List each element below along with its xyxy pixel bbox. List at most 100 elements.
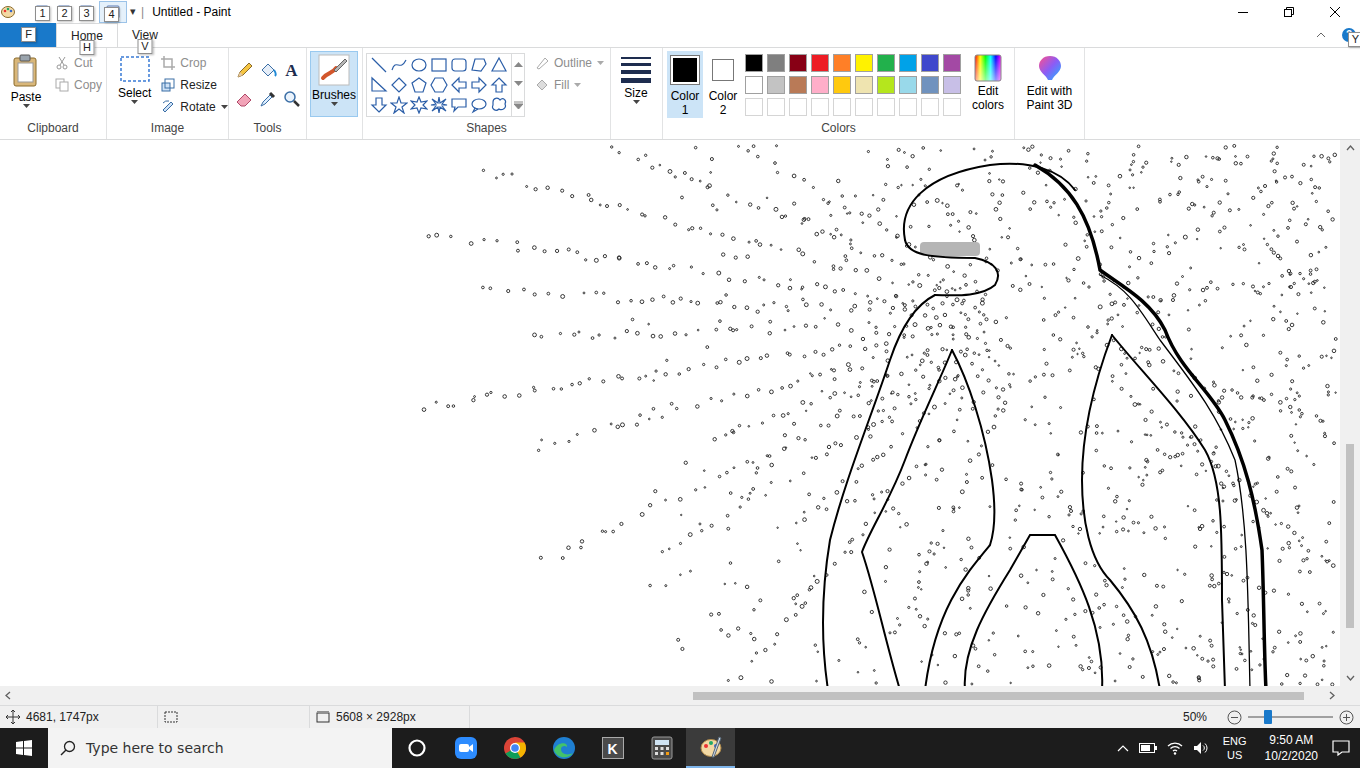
taskbar-app[interactable]: K — [588, 728, 637, 768]
input-language[interactable]: ENGUS — [1219, 734, 1251, 762]
edit-colors-button[interactable]: Edit colors — [965, 51, 1011, 117]
scroll-up-icon[interactable] — [514, 61, 523, 67]
canvas[interactable] — [0, 140, 1340, 686]
clock[interactable]: 9:50 AM10/2/2020 — [1261, 732, 1322, 764]
palette-swatch[interactable] — [765, 74, 787, 96]
shape-icon[interactable] — [410, 56, 428, 74]
color2-button[interactable]: Color 2 — [705, 51, 741, 118]
size-button[interactable]: Size — [614, 51, 658, 117]
palette-swatch[interactable] — [919, 74, 941, 96]
paint-app-icon[interactable] — [1, 5, 15, 19]
file-tab[interactable]: F — [0, 23, 56, 47]
wifi-icon[interactable] — [1167, 741, 1183, 755]
palette-swatch[interactable] — [809, 52, 831, 74]
shape-icon[interactable] — [450, 96, 468, 114]
palette-swatch[interactable] — [941, 96, 963, 118]
collapse-ribbon-icon[interactable] — [1316, 31, 1326, 39]
copy-button[interactable]: Copy — [55, 75, 102, 95]
show-hidden-icons-icon[interactable] — [1117, 744, 1129, 752]
outline-button[interactable]: Outline — [535, 53, 604, 73]
fill-tool[interactable] — [257, 59, 279, 83]
battery-icon[interactable] — [1139, 742, 1157, 754]
palette-swatch[interactable] — [787, 74, 809, 96]
palette-swatch[interactable] — [853, 52, 875, 74]
fill-button[interactable]: Fill — [535, 75, 604, 95]
palette-swatch[interactable] — [765, 52, 787, 74]
quick-access-button[interactable]: 1 — [31, 1, 53, 23]
search-box[interactable]: Type here to search — [48, 728, 392, 768]
crop-button[interactable]: Crop — [161, 53, 227, 73]
expand-gallery-icon[interactable] — [514, 101, 523, 109]
palette-swatch[interactable] — [941, 74, 963, 96]
eraser-tool[interactable] — [233, 87, 255, 111]
palette-swatch[interactable] — [743, 74, 765, 96]
zoom-in-icon[interactable] — [1339, 710, 1354, 725]
magnifier-tool[interactable] — [281, 87, 303, 111]
brushes-button[interactable]: Brushes — [310, 51, 358, 117]
palette-swatch[interactable] — [919, 52, 941, 74]
shape-icon[interactable] — [470, 56, 488, 74]
palette-swatch[interactable] — [853, 96, 875, 118]
palette-swatch[interactable] — [765, 96, 787, 118]
shape-icon[interactable] — [390, 76, 408, 94]
shape-icon[interactable] — [410, 96, 428, 114]
shape-icon[interactable] — [370, 56, 388, 74]
shape-icon[interactable] — [430, 56, 448, 74]
horizontal-scrollbar[interactable] — [0, 686, 1340, 705]
shape-icon[interactable] — [490, 76, 508, 94]
notifications-icon[interactable] — [1332, 740, 1350, 756]
shape-icon[interactable] — [370, 96, 388, 114]
zoom-slider-thumb[interactable] — [1264, 710, 1272, 724]
palette-swatch[interactable] — [897, 74, 919, 96]
cut-button[interactable]: Cut — [55, 53, 102, 73]
scroll-right-icon[interactable] — [1323, 691, 1340, 700]
palette-swatch[interactable] — [919, 96, 941, 118]
shape-icon[interactable] — [490, 56, 508, 74]
customize-quick-access[interactable]: ▾ — [130, 5, 136, 18]
vertical-scrollbar[interactable] — [1340, 140, 1360, 686]
start-button[interactable] — [0, 728, 48, 768]
palette-swatch[interactable] — [875, 96, 897, 118]
color-picker-tool[interactable] — [257, 87, 279, 111]
close-button[interactable] — [1312, 0, 1358, 23]
scroll-down-icon[interactable] — [514, 81, 523, 87]
zoom-slider[interactable] — [1248, 709, 1333, 725]
palette-swatch[interactable] — [809, 74, 831, 96]
palette-swatch[interactable] — [897, 96, 919, 118]
volume-icon[interactable] — [1193, 741, 1209, 755]
taskbar-app[interactable] — [392, 728, 441, 768]
scroll-thumb[interactable] — [1346, 444, 1354, 628]
ribbon-tab[interactable]: HomeH — [56, 23, 118, 47]
palette-swatch[interactable] — [831, 52, 853, 74]
palette-swatch[interactable] — [787, 96, 809, 118]
shape-icon[interactable] — [370, 76, 388, 94]
palette-swatch[interactable] — [809, 96, 831, 118]
taskbar-app[interactable] — [637, 728, 686, 768]
scroll-up-icon[interactable] — [1346, 140, 1355, 157]
taskbar-app[interactable] — [441, 728, 490, 768]
text-tool[interactable]: A — [281, 59, 303, 83]
shape-icon[interactable] — [470, 76, 488, 94]
palette-swatch[interactable] — [853, 74, 875, 96]
shape-icon[interactable] — [450, 76, 468, 94]
minimize-button[interactable] — [1220, 0, 1266, 23]
taskbar-app[interactable] — [490, 728, 539, 768]
palette-swatch[interactable] — [941, 52, 963, 74]
shape-icon[interactable] — [470, 96, 488, 114]
palette-swatch[interactable] — [743, 96, 765, 118]
shape-icon[interactable] — [450, 56, 468, 74]
taskbar-app[interactable] — [539, 728, 588, 768]
edit-with-paint3d-button[interactable]: Edit with Paint 3D — [1018, 51, 1081, 117]
quick-access-button[interactable]: 3 — [75, 1, 97, 23]
taskbar-app[interactable] — [686, 728, 735, 768]
palette-swatch[interactable] — [831, 96, 853, 118]
palette-swatch[interactable] — [875, 52, 897, 74]
color1-button[interactable]: Color 1 — [667, 51, 703, 118]
paste-button[interactable]: Paste — [3, 51, 49, 117]
shape-icon[interactable] — [490, 96, 508, 114]
palette-swatch[interactable] — [831, 74, 853, 96]
rotate-button[interactable]: Rotate — [161, 97, 227, 117]
scroll-thumb[interactable] — [693, 692, 1304, 700]
scroll-down-icon[interactable] — [1346, 669, 1355, 686]
palette-swatch[interactable] — [875, 74, 897, 96]
